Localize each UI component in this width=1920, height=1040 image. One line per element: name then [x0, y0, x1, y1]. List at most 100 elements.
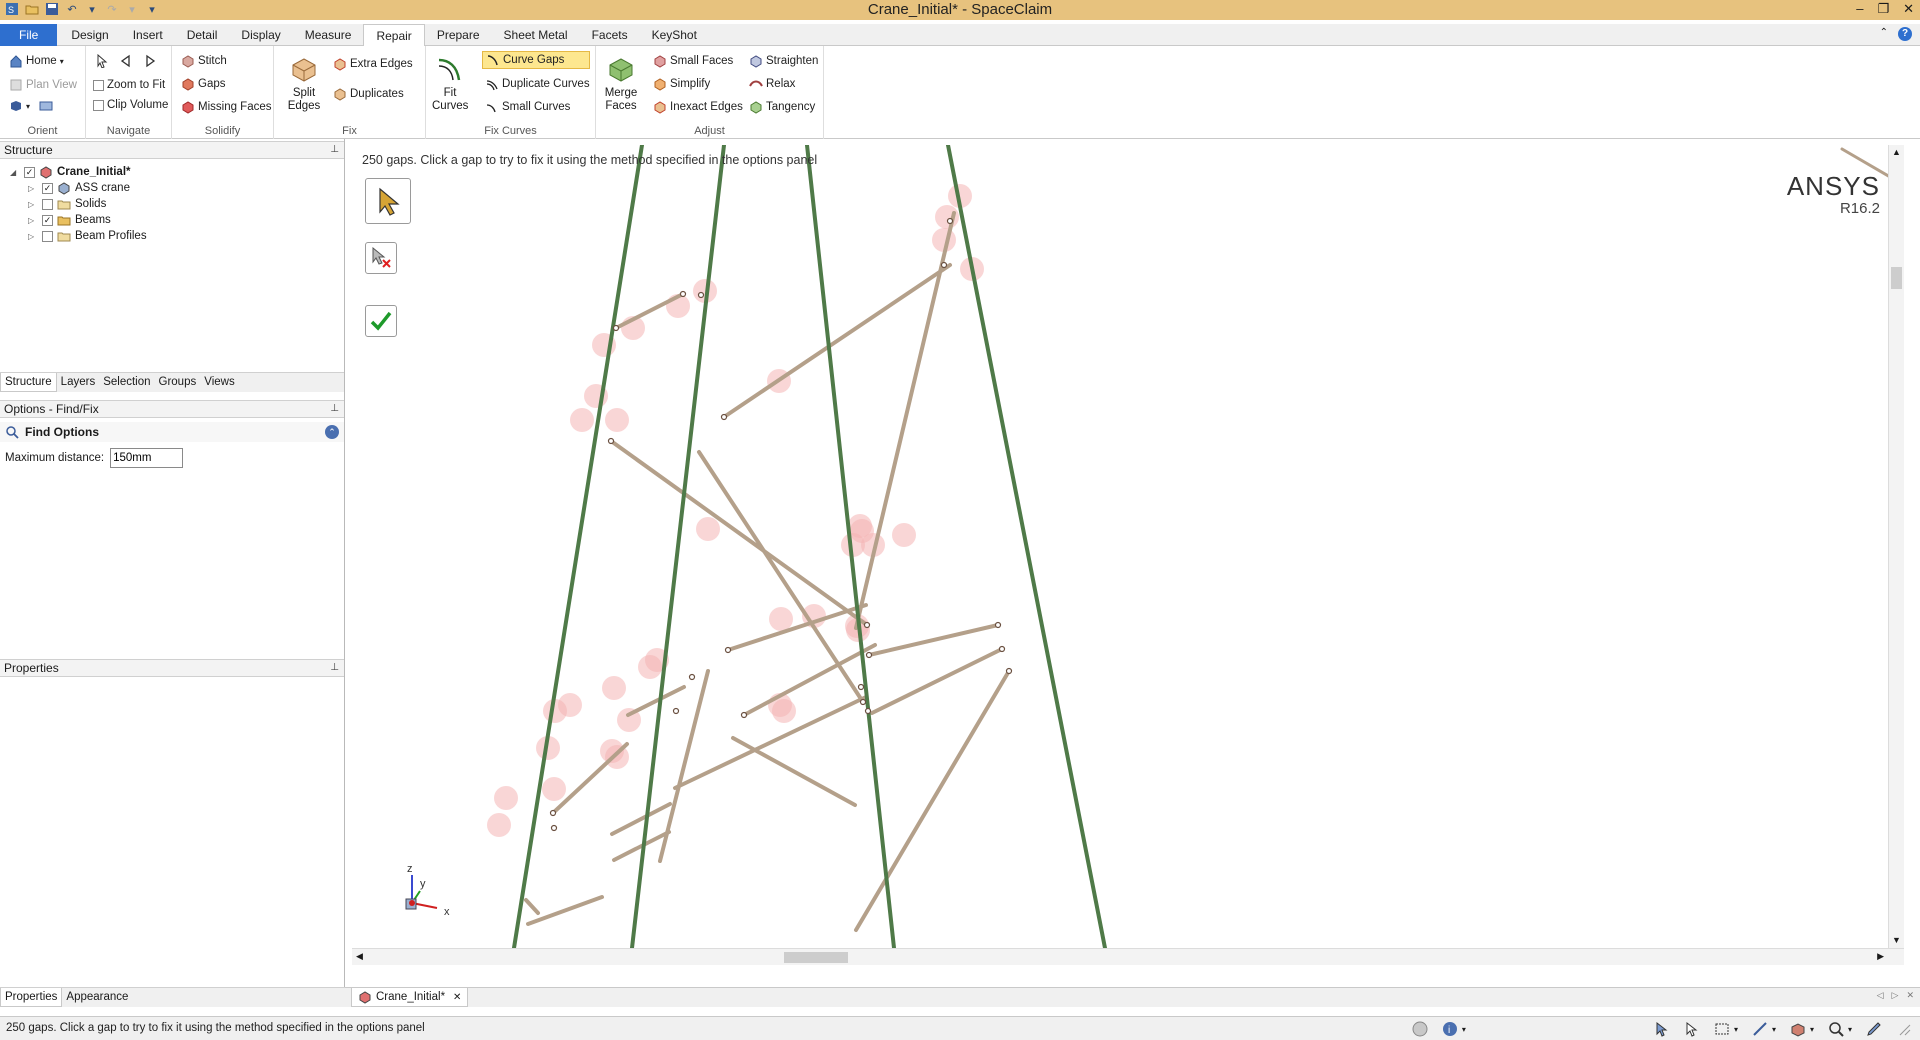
- gap-endpoint[interactable]: [857, 683, 865, 691]
- box-select-dropdown-icon[interactable]: ▾: [1734, 1025, 1738, 1034]
- close-tab-icon[interactable]: ✕: [453, 992, 461, 1003]
- pin-icon[interactable]: ⊥: [330, 660, 339, 676]
- fit-curves-button[interactable]: Fit Curves: [432, 54, 468, 113]
- small-curves-button[interactable]: Small Curves: [482, 99, 573, 115]
- max-distance-input[interactable]: [110, 448, 184, 468]
- gap-endpoint[interactable]: [679, 290, 687, 298]
- tab-display[interactable]: Display: [229, 24, 292, 46]
- visibility-checkbox[interactable]: ✓: [24, 166, 35, 178]
- tab-sheet-metal[interactable]: Sheet Metal: [492, 24, 580, 46]
- collapse-section-icon[interactable]: ⌃: [325, 425, 339, 439]
- selection-mode-icon[interactable]: [1654, 1021, 1670, 1037]
- merge-faces-button[interactable]: Merge Faces: [602, 54, 640, 113]
- help-icon[interactable]: ?: [1898, 27, 1912, 41]
- gap-endpoint[interactable]: [864, 707, 872, 715]
- tab-groups[interactable]: Groups: [155, 373, 201, 392]
- horizontal-scroll-thumb[interactable]: [784, 952, 848, 963]
- straighten-button[interactable]: Straighten: [746, 53, 821, 69]
- gap-marker[interactable]: [769, 607, 793, 631]
- gap-endpoint[interactable]: [724, 646, 732, 654]
- tab-properties[interactable]: Properties: [0, 988, 63, 1007]
- close-icon[interactable]: ✕: [1903, 0, 1914, 18]
- tab-selection[interactable]: Selection: [99, 373, 154, 392]
- pane-splitter[interactable]: [344, 139, 345, 987]
- tab-layers[interactable]: Layers: [57, 373, 100, 392]
- scroll-up-icon[interactable]: ▲: [1892, 147, 1901, 157]
- tree-item-solids[interactable]: ▷ Solids: [28, 196, 106, 212]
- gap-endpoint[interactable]: [865, 651, 873, 659]
- brace-member[interactable]: [742, 643, 877, 717]
- previous-view-button[interactable]: [116, 53, 136, 69]
- gap-endpoint[interactable]: [607, 437, 615, 445]
- info-icon[interactable]: i: [1442, 1021, 1458, 1037]
- clip-volume-button[interactable]: Clip Volume: [90, 98, 171, 112]
- simplify-button[interactable]: Simplify: [650, 76, 713, 92]
- tab-measure[interactable]: Measure: [293, 24, 364, 46]
- tab-file[interactable]: File: [0, 24, 58, 46]
- duplicate-curves-button[interactable]: Duplicate Curves: [482, 76, 593, 92]
- brace-member[interactable]: [870, 647, 1004, 715]
- tree-item-ass-crane[interactable]: ▷ ✓ ASS crane: [28, 180, 130, 196]
- brace-member[interactable]: [867, 623, 1000, 657]
- tangency-button[interactable]: Tangency: [746, 99, 818, 115]
- gap-endpoint[interactable]: [688, 673, 696, 681]
- pen-icon[interactable]: [1866, 1021, 1882, 1037]
- expand-triangle-icon[interactable]: ▷: [28, 232, 38, 241]
- graphics-viewport[interactable]: 250 gaps. Click a gap to try to fix it u…: [352, 145, 1904, 965]
- gap-marker[interactable]: [935, 205, 959, 229]
- tab-prepare[interactable]: Prepare: [425, 24, 492, 46]
- brace-member[interactable]: [610, 802, 672, 836]
- tab-detail[interactable]: Detail: [175, 24, 230, 46]
- split-edges-button[interactable]: Split Edges: [284, 54, 324, 113]
- tab-prev-icon[interactable]: ◁: [1877, 990, 1884, 1001]
- inexact-edges-button[interactable]: Inexact Edges: [650, 99, 746, 115]
- clip-volume-checkbox[interactable]: [93, 99, 104, 111]
- gap-endpoint[interactable]: [998, 645, 1006, 653]
- gap-endpoint[interactable]: [672, 707, 680, 715]
- gap-marker[interactable]: [570, 408, 594, 432]
- tab-keyshot[interactable]: KeyShot: [640, 24, 709, 46]
- gap-endpoint[interactable]: [940, 261, 948, 269]
- curve-gaps-button[interactable]: Curve Gaps: [482, 51, 590, 69]
- brace-member[interactable]: [854, 211, 956, 630]
- tab-insert[interactable]: Insert: [121, 24, 175, 46]
- visibility-checkbox[interactable]: [42, 230, 53, 242]
- box-select-icon[interactable]: [1714, 1021, 1730, 1037]
- gap-marker[interactable]: [772, 699, 796, 723]
- gap-marker[interactable]: [487, 813, 511, 837]
- expand-triangle-icon[interactable]: ▷: [28, 184, 38, 193]
- scroll-left-icon[interactable]: ◀: [356, 951, 363, 962]
- column-member[interactable]: [946, 145, 1107, 948]
- info-dropdown-icon[interactable]: ▾: [1462, 1025, 1466, 1034]
- next-view-button[interactable]: [140, 53, 160, 69]
- tab-facets[interactable]: Facets: [580, 24, 640, 46]
- zoom-dropdown-icon[interactable]: ▾: [1848, 1025, 1852, 1034]
- scroll-down-icon[interactable]: ▼: [1892, 935, 1901, 945]
- gaps-button[interactable]: Gaps: [178, 76, 229, 92]
- vertical-scroll-thumb[interactable]: [1891, 267, 1902, 289]
- pin-icon[interactable]: ⊥: [330, 401, 339, 417]
- gap-endpoint[interactable]: [697, 291, 705, 299]
- brace-member[interactable]: [609, 439, 869, 627]
- horizontal-scrollbar[interactable]: ◀ ▶: [352, 948, 1904, 965]
- visibility-checkbox[interactable]: ✓: [42, 214, 53, 226]
- visibility-checkbox[interactable]: [42, 198, 53, 210]
- stitch-button[interactable]: Stitch: [178, 53, 230, 69]
- column-member[interactable]: [630, 145, 726, 948]
- tab-repair[interactable]: Repair: [363, 24, 425, 47]
- brace-member[interactable]: [731, 736, 857, 807]
- visibility-checkbox[interactable]: ✓: [42, 182, 53, 194]
- collapse-ribbon-icon[interactable]: ⌃: [1880, 27, 1888, 41]
- stop-icon[interactable]: [1412, 1021, 1428, 1037]
- display-style-icon[interactable]: [1790, 1021, 1806, 1037]
- exclude-tool-button[interactable]: [365, 242, 397, 274]
- tree-item-beams[interactable]: ▷ ✓ Beams: [28, 212, 111, 228]
- document-tab[interactable]: Crane_Initial* ✕: [351, 988, 469, 1007]
- gap-endpoint[interactable]: [612, 324, 620, 332]
- collapse-triangle-icon[interactable]: ◢: [10, 168, 20, 177]
- gap-marker[interactable]: [602, 676, 626, 700]
- gap-endpoint[interactable]: [859, 698, 867, 706]
- scroll-right-icon[interactable]: ▶: [1877, 951, 1884, 962]
- minimize-icon[interactable]: –: [1856, 0, 1863, 18]
- duplicates-button[interactable]: Duplicates: [330, 86, 407, 102]
